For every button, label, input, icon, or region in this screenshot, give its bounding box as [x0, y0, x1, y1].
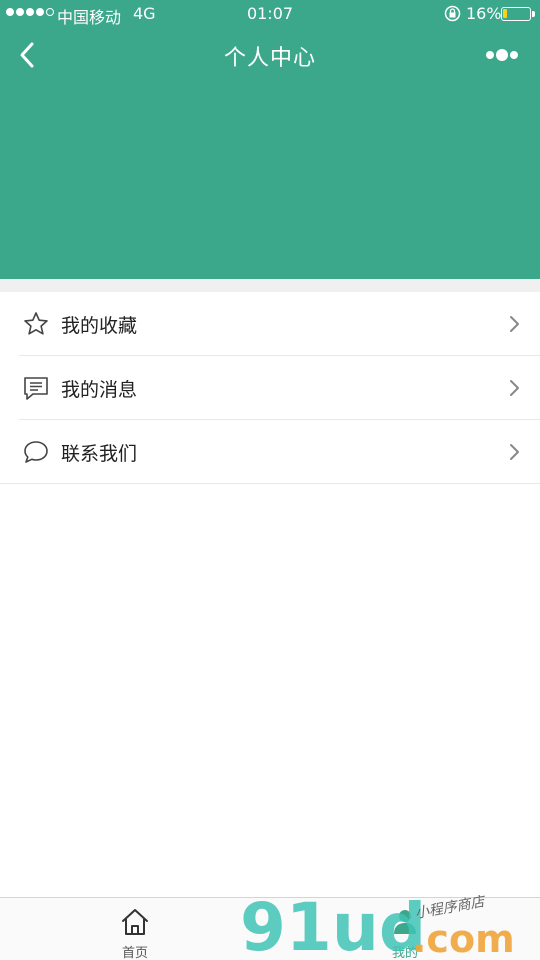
watermark-logo: 91ud .com 小程序商店	[240, 889, 515, 960]
menu-item-label: 我的收藏	[61, 315, 138, 337]
menu-item-contact[interactable]: 联系我们	[0, 420, 540, 484]
menu-item-favorites[interactable]: 我的收藏	[0, 292, 540, 356]
nav-bar: 个人中心	[0, 28, 540, 82]
battery-icon	[501, 7, 531, 21]
chevron-right-icon	[510, 444, 519, 460]
chevron-right-icon	[510, 316, 519, 332]
star-icon	[24, 312, 48, 335]
rotation-lock-icon	[444, 5, 461, 22]
status-bar: 中国移动 4G 01:07 16%	[0, 0, 540, 28]
chat-bubble-icon	[24, 441, 48, 463]
message-icon	[24, 377, 48, 400]
section-divider	[0, 279, 540, 292]
tab-label: 首页	[121, 946, 148, 960]
page-title: 个人中心	[223, 46, 316, 71]
watermark-suffix: .com	[412, 917, 515, 960]
menu-item-label: 我的消息	[61, 379, 138, 401]
menu-item-messages[interactable]: 我的消息	[0, 356, 540, 420]
more-button[interactable]	[480, 42, 524, 68]
watermark-brand: 91ud	[240, 889, 426, 960]
home-icon	[122, 909, 148, 935]
more-dots-icon	[486, 49, 518, 61]
chevron-right-icon	[510, 380, 519, 396]
profile-menu: 我的收藏 我的消息 联系我们	[0, 292, 540, 484]
battery-level-fill	[503, 9, 507, 18]
menu-item-label: 联系我们	[61, 443, 138, 465]
battery-percentage: 16%	[466, 4, 502, 23]
tab-home[interactable]: 首页	[0, 898, 270, 960]
